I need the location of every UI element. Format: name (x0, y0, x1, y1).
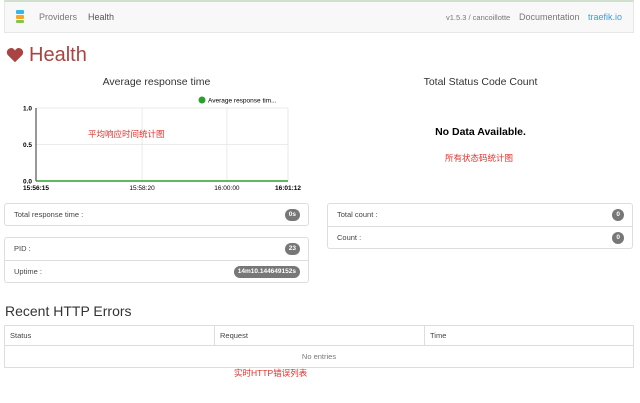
status-chart-no-data: No Data Available. (435, 126, 526, 138)
uptime-label: Uptime : (14, 267, 42, 276)
nav-providers-link[interactable]: Providers (39, 12, 77, 22)
errors-table-header: Status Request Time (4, 325, 634, 346)
errors-annotation: 实时HTTP错误列表 (234, 368, 308, 378)
legend-marker (198, 96, 206, 104)
heart-icon (6, 48, 24, 63)
total-response-time-badge: 0s (284, 209, 300, 221)
pid-row: PID : 23 (5, 238, 308, 260)
count-label: Count : (337, 233, 362, 242)
x-tick-label: 15:56:15 (23, 185, 49, 192)
table-row: No entries (4, 345, 634, 368)
column-header-time[interactable]: Time (424, 325, 634, 346)
x-tick-label: 16:01:12 (275, 185, 301, 192)
total-count-badge: 0 (612, 209, 624, 221)
top-navbar: Providers Health v1.5.3 / cancoillotte D… (4, 0, 634, 33)
column-header-request[interactable]: Request (214, 325, 425, 346)
response-chart-annotation: 平均响应时间统计图 (88, 129, 165, 139)
count-row: Count : 0 (328, 226, 632, 248)
total-count-label: Total count : (337, 210, 378, 219)
version-label: v1.5.3 / cancoillotte (446, 13, 511, 22)
legend-label: Average response tim... (208, 98, 277, 105)
y-tick-label: 1.0 (23, 106, 32, 113)
traefik-logo-icon[interactable] (15, 10, 25, 24)
column-header-status[interactable]: Status (4, 325, 215, 346)
errors-table: Status Request Time No entries (4, 325, 634, 368)
x-tick-label: 16:00:00 (214, 185, 240, 192)
status-counts-panel: Total count : 0 Count : 0 (327, 203, 633, 249)
nav-documentation-link[interactable]: Documentation (519, 12, 580, 22)
uptime-row: Uptime : 14m10.144649152s (5, 260, 308, 282)
uptime-badge: 14m10.144649152s (233, 266, 300, 278)
pid-badge: 23 (284, 243, 300, 255)
x-tick-label: 15:58:20 (129, 185, 155, 192)
total-response-time-label: Total response time : (14, 210, 84, 219)
total-response-time-panel: Total response time : 0s (4, 203, 309, 226)
no-entries-text: No entries (4, 345, 634, 368)
status-chart-annotation: 所有状态码统计图 (445, 153, 514, 163)
count-badge: 0 (612, 232, 624, 244)
process-panel: PID : 23 Uptime : 14m10.144649152s (4, 237, 309, 283)
response-time-chart: 0.00.51.015:56:15 15:58:20 16:00:00 16:01:1… (23, 96, 301, 192)
total-response-time-row: Total response time : 0s (5, 204, 308, 226)
recent-errors-title: Recent HTTP Errors (5, 303, 132, 319)
nav-traefik-link[interactable]: traefik.io (588, 12, 622, 22)
total-count-row: Total count : 0 (328, 204, 632, 226)
response-chart-title: Average response time (102, 76, 211, 88)
nav-health-link[interactable]: Health (88, 12, 114, 22)
y-tick-label: 0.5 (23, 142, 32, 149)
page-title: Health (6, 43, 87, 67)
status-chart-title: Total Status Code Count (423, 76, 538, 88)
pid-label: PID : (14, 244, 31, 253)
page-title-text: Health (29, 43, 87, 66)
